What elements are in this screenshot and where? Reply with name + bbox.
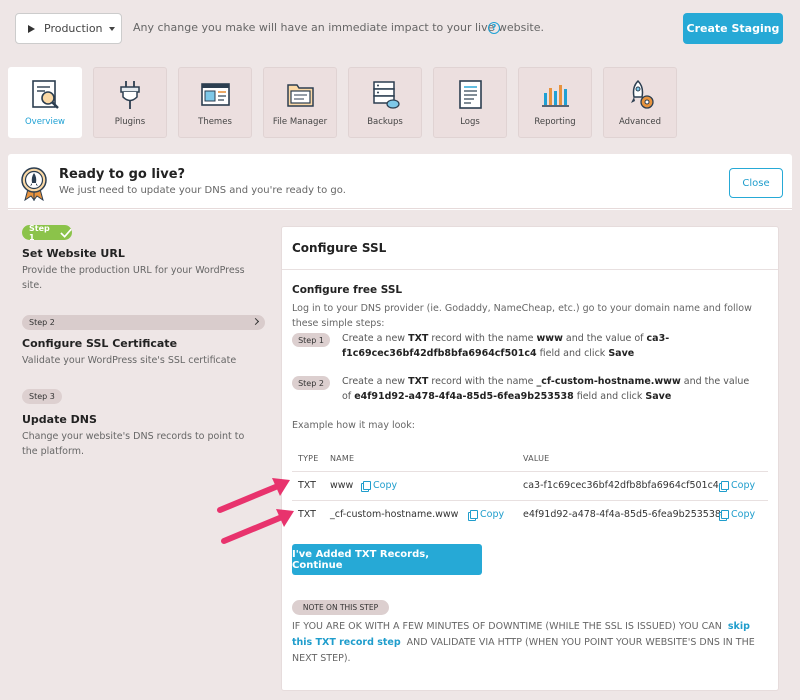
step-3-description: Change your website's DNS records to poi… <box>22 431 245 457</box>
environment-label: Production <box>44 22 103 35</box>
tab-label: Plugins <box>114 117 146 127</box>
configure-ssl-panel: Configure SSL Configure free SSL Log in … <box>281 226 779 691</box>
backups-icon <box>373 81 400 109</box>
live-warning-text: Any change you make will have an immedia… <box>133 21 544 34</box>
column-header-name: NAME <box>330 454 355 463</box>
tab-label: Reporting <box>534 117 576 127</box>
instruction-step-1-text: Create a new TXT record with the name ww… <box>342 333 670 359</box>
note-pill: NOTE ON THIS STEP <box>292 600 389 615</box>
copy-value-button[interactable]: Copy <box>719 480 755 492</box>
step-pill-label: Step 2 <box>29 318 55 327</box>
annotation-arrow <box>221 509 294 544</box>
advanced-icon <box>631 79 654 109</box>
create-staging-button[interactable]: Create Staging <box>683 13 783 44</box>
go-live-body: Step 1 Set Website URL Provide the produ… <box>8 210 792 691</box>
tab-logs[interactable]: Logs <box>433 67 507 138</box>
environment-select[interactable]: Production <box>15 13 122 44</box>
play-icon <box>28 24 35 33</box>
divider <box>282 269 778 270</box>
copy-name-button[interactable]: Copy <box>468 509 504 521</box>
tab-backups[interactable]: Backups <box>348 67 422 138</box>
top-bar: Production Any change you make will have… <box>8 6 792 50</box>
row-2-type: TXT <box>298 509 316 520</box>
tab-label: Logs <box>460 117 480 127</box>
themes-icon <box>201 83 230 106</box>
table-divider <box>292 471 768 472</box>
copy-value-button[interactable]: Copy <box>719 509 755 521</box>
section-subtitle: Configure free SSL <box>292 284 403 296</box>
row-1-name: www <box>330 480 354 491</box>
tab-label: Backups <box>367 117 403 127</box>
tab-label: Advanced <box>619 117 661 127</box>
column-header-type: TYPE <box>298 454 319 463</box>
copy-icon <box>361 480 371 492</box>
tab-file-manager[interactable]: File Manager <box>263 67 337 138</box>
tab-label: Overview <box>24 117 66 127</box>
step-2-title: Configure SSL Certificate <box>22 337 178 350</box>
table-divider <box>292 500 768 501</box>
example-label: Example how it may look: <box>292 420 415 431</box>
row-1-type: TXT <box>298 480 316 491</box>
tab-advanced[interactable]: Advanced <box>603 67 677 138</box>
copy-icon <box>719 480 729 492</box>
step-2-description: Validate your WordPress site's SSL certi… <box>22 355 237 366</box>
tab-reporting[interactable]: Reporting <box>518 67 592 138</box>
instruction-step-2-pill: Step 2 <box>292 376 330 390</box>
tab-themes[interactable]: Themes <box>178 67 252 138</box>
step-3-pill[interactable]: Step 3 <box>22 389 62 404</box>
row-1-value: ca3-f1c69cec36bf42dfb8bfa6964cf501c4 <box>523 480 719 491</box>
tab-plugins[interactable]: Plugins <box>93 67 167 138</box>
close-button[interactable]: Close <box>729 168 783 198</box>
tab-label: File Manager <box>272 117 328 127</box>
copy-name-button[interactable]: Copy <box>361 480 397 492</box>
rocket-badge-icon <box>21 167 47 201</box>
tab-label: Themes <box>198 117 232 127</box>
column-header-value: VALUE <box>523 454 550 463</box>
step-3-title: Update DNS <box>22 413 97 426</box>
step-1-title: Set Website URL <box>22 247 125 260</box>
go-live-header: Ready to go live? We just need to update… <box>8 154 792 209</box>
file-manager-icon <box>287 84 314 107</box>
reporting-icon <box>542 85 569 107</box>
go-live-title: Ready to go live? <box>59 167 186 182</box>
step-pill-label: Step 1 <box>29 223 50 242</box>
go-live-card: Ready to go live? We just need to update… <box>8 154 792 691</box>
instruction-step-1-pill: Step 1 <box>292 333 330 347</box>
go-live-subtitle: We just need to update your DNS and you'… <box>59 185 346 196</box>
chevron-down-icon <box>108 26 115 31</box>
continue-button[interactable]: I've Added TXT Records, Continue <box>292 544 482 575</box>
logs-icon <box>459 80 482 109</box>
copy-icon <box>719 509 729 521</box>
plugins-icon <box>120 81 140 109</box>
intro-text: Log in to your DNS provider (ie. Godaddy… <box>292 303 752 329</box>
instruction-step-2-text: Create a new TXT record with the name _c… <box>342 376 750 402</box>
step-2-pill[interactable]: Step 2 <box>22 315 265 330</box>
step-1-pill[interactable]: Step 1 <box>22 223 72 242</box>
checkmark-icon <box>60 228 72 238</box>
panel-title: Configure SSL <box>292 241 387 255</box>
step-pill-label: Step 3 <box>29 392 55 401</box>
note-text: IF YOU ARE OK WITH A FEW MINUTES OF DOWN… <box>292 621 755 664</box>
chevron-right-icon <box>251 317 260 326</box>
help-icon[interactable]: ? <box>488 22 500 34</box>
step-1-description: Provide the production URL for your Word… <box>22 265 245 291</box>
tab-overview[interactable]: Overview <box>8 67 82 138</box>
copy-icon <box>468 509 478 521</box>
row-2-value: e4f91d92-a478-4f4a-85d5-6fea9b253538 <box>523 509 721 520</box>
row-2-name: _cf-custom-hostname.www <box>330 509 459 520</box>
overview-icon <box>32 80 59 109</box>
